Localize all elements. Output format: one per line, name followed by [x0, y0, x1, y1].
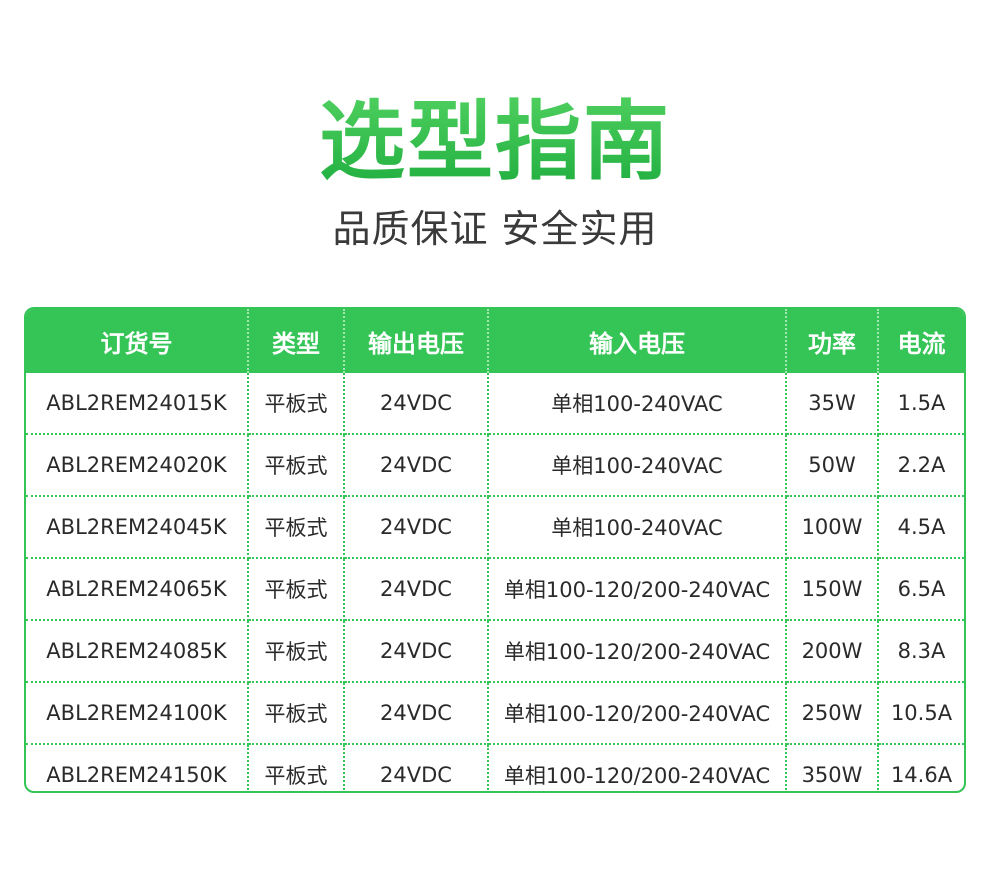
cell-output-voltage: 24VDC — [344, 373, 489, 435]
cell-order-number: ABL2REM24015K — [26, 373, 249, 435]
cell-output-voltage: 24VDC — [344, 744, 489, 791]
header-output-voltage: 输出电压 — [344, 309, 489, 373]
table-row: ABL2REM24065K 平板式 24VDC 单相100-120/200-24… — [26, 558, 964, 621]
cell-type: 平板式 — [248, 373, 345, 435]
cell-order-number: ABL2REM24065K — [26, 558, 249, 621]
cell-order-number: ABL2REM24045K — [26, 496, 249, 559]
selection-table: 订货号 类型 输出电压 输入电压 功率 电流 ABL2REM24015K 平板式… — [26, 309, 964, 791]
cell-power: 350W — [786, 744, 879, 791]
cell-output-voltage: 24VDC — [344, 682, 489, 745]
cell-power: 100W — [786, 496, 879, 559]
table-row: ABL2REM24045K 平板式 24VDC 单相100-240VAC 100… — [26, 496, 964, 559]
table-row: ABL2REM24150K 平板式 24VDC 单相100-120/200-24… — [26, 744, 964, 791]
cell-type: 平板式 — [248, 744, 345, 791]
page-subtitle: 品质保证 安全实用 — [332, 207, 658, 251]
cell-power: 200W — [786, 620, 879, 683]
table-header-row: 订货号 类型 输出电压 输入电压 功率 电流 — [26, 309, 964, 373]
cell-power: 150W — [786, 558, 879, 621]
cell-output-voltage: 24VDC — [344, 558, 489, 621]
cell-power: 250W — [786, 682, 879, 745]
selection-table-container: 订货号 类型 输出电压 输入电压 功率 电流 ABL2REM24015K 平板式… — [24, 307, 966, 793]
page-title: 选型指南 — [0, 92, 990, 192]
cell-output-voltage: 24VDC — [344, 620, 489, 683]
cell-current: 14.6A — [890, 763, 953, 787]
cell-type: 平板式 — [248, 434, 345, 497]
header-order-number: 订货号 — [26, 309, 249, 373]
cell-current: 6.5A — [878, 558, 964, 621]
cell-input-voltage: 单相100-120/200-240VAC — [488, 744, 787, 791]
cell-current: 4.5A — [878, 496, 964, 559]
cell-current: 2.2A — [878, 434, 964, 497]
cell-type: 平板式 — [248, 558, 345, 621]
table-row: ABL2REM24100K 平板式 24VDC 单相100-120/200-24… — [26, 682, 964, 745]
header-current: 电流 — [878, 309, 964, 373]
cell-input-voltage: 单相100-240VAC — [488, 373, 787, 435]
table-header: 订货号 类型 输出电压 输入电压 功率 电流 — [26, 309, 964, 373]
table-row: ABL2REM24020K 平板式 24VDC 单相100-240VAC 50W… — [26, 434, 964, 497]
cell-order-number: ABL2REM24020K — [26, 434, 249, 497]
cell-type: 平板式 — [248, 620, 345, 683]
header-power: 功率 — [786, 309, 879, 373]
cell-input-voltage: 单相100-240VAC — [488, 434, 787, 497]
cell-input-voltage: 单相100-120/200-240VAC — [488, 558, 787, 621]
cell-power: 50W — [786, 434, 879, 497]
header-input-voltage: 输入电压 — [488, 309, 787, 373]
table-row: ABL2REM24085K 平板式 24VDC 单相100-120/200-24… — [26, 620, 964, 683]
cell-output-voltage: 24VDC — [344, 496, 489, 559]
cell-power: 35W — [786, 373, 879, 435]
cell-input-voltage: 单相100-120/200-240VAC — [488, 620, 787, 683]
cell-current: 10.5A — [878, 682, 964, 745]
cell-order-number: ABL2REM24085K — [26, 620, 249, 683]
table-body: ABL2REM24015K 平板式 24VDC 单相100-240VAC 35W… — [26, 373, 964, 791]
cell-order-number: ABL2REM24100K — [26, 682, 249, 745]
cell-type: 平板式 — [248, 496, 345, 559]
cell-order-number: ABL2REM24150K — [26, 744, 249, 791]
cell-type: 平板式 — [248, 682, 345, 745]
cell-output-voltage: 24VDC — [344, 434, 489, 497]
cell-input-voltage: 单相100-120/200-240VAC — [488, 682, 787, 745]
table-row: ABL2REM24015K 平板式 24VDC 单相100-240VAC 35W… — [26, 373, 964, 435]
cell-current: 1.5A — [878, 373, 964, 435]
header-type: 类型 — [248, 309, 345, 373]
cell-current: 8.3A — [878, 620, 964, 683]
cell-input-voltage: 单相100-240VAC — [488, 496, 787, 559]
